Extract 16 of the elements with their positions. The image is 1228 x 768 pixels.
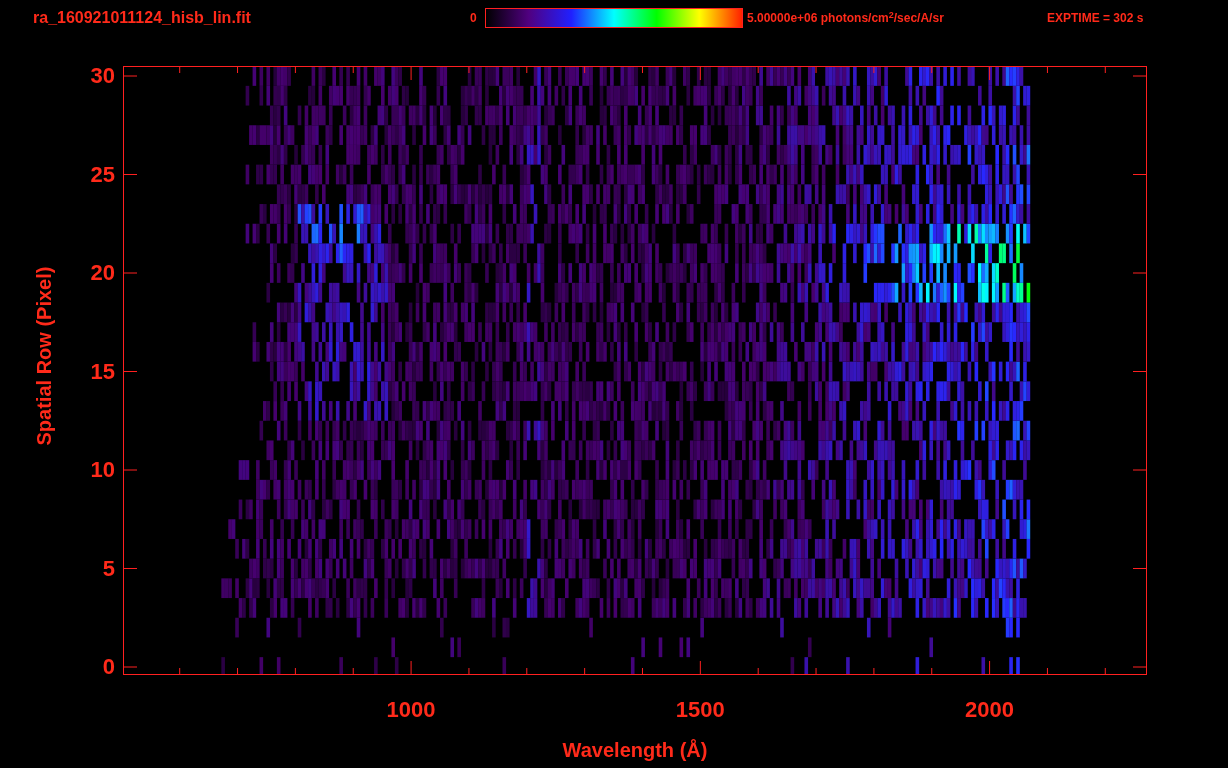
- y-axis-label: Spatial Row (Pixel): [32, 266, 56, 446]
- y-tick-label: 5: [102, 557, 115, 580]
- file-title: ra_160921011124_hisb_lin.fit: [33, 8, 252, 28]
- y-tick-label: 30: [90, 65, 115, 87]
- y-tick-label: 15: [90, 360, 115, 383]
- colorbar-max-label: 5.00000e+06 photons/cm$^{2}$/sec/A/sr: [747, 9, 945, 27]
- y-tick-label: 20: [90, 262, 115, 284]
- exposure-time: EXPTIME = 302 s: [1047, 10, 1144, 27]
- colorbar-min-label: 0: [470, 10, 478, 27]
- x-tick-label: 2000: [965, 699, 1015, 721]
- y-tick-label: 25: [90, 163, 115, 186]
- x-tick-label: 1000: [386, 699, 436, 721]
- x-axis-label: Wavelength (Å): [562, 738, 708, 763]
- x-tick-label: 1500: [675, 699, 725, 721]
- y-tick-label: 0: [102, 656, 115, 678]
- y-tick-label: 10: [90, 459, 115, 481]
